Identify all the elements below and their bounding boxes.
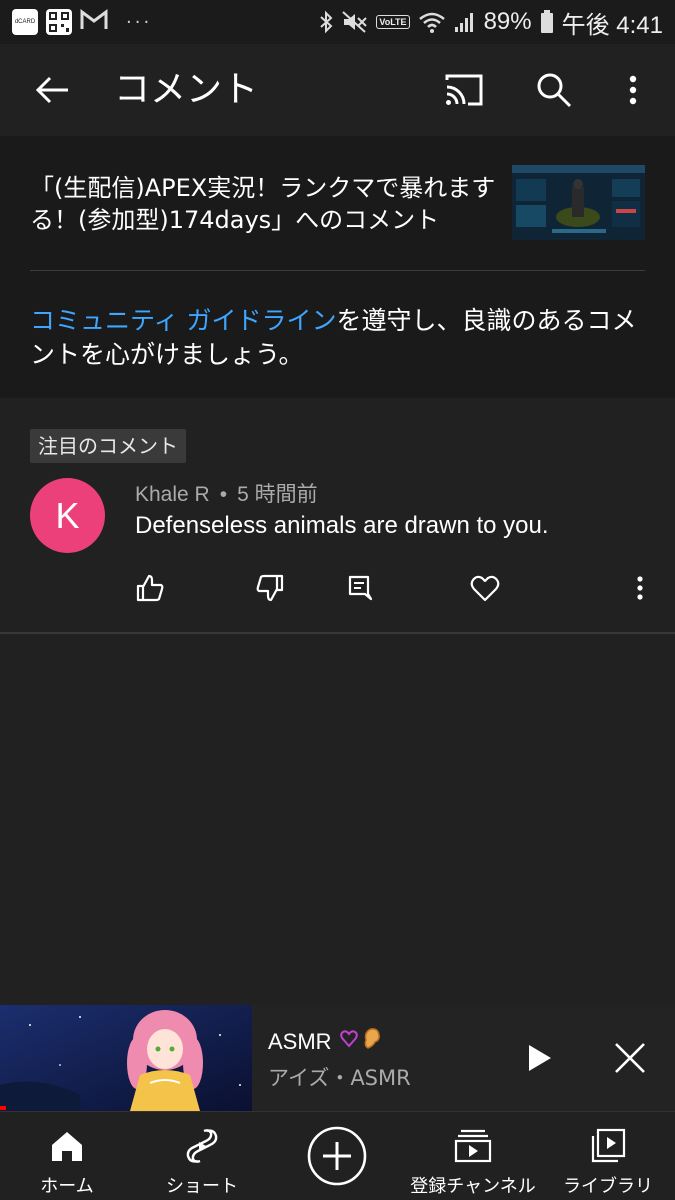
comment-author[interactable]: Khale R xyxy=(135,483,210,506)
video-title[interactable]: 「(生配信)APEX実況！ランクマで暴れまする！(参加型)174days」へのコ… xyxy=(30,172,500,236)
nav-shorts-label: ショート xyxy=(166,1176,238,1197)
nav-home-label: ホーム xyxy=(40,1176,94,1197)
mini-player[interactable]: ASMR アイズ・ASMR xyxy=(0,1005,675,1111)
shorts-icon xyxy=(180,1124,224,1168)
meta-separator: • xyxy=(219,483,228,506)
heart-ear-emoji xyxy=(339,1026,384,1058)
search-icon[interactable] xyxy=(532,68,576,112)
comment-time: 5 時間前 xyxy=(237,483,318,506)
avatar-letter: K xyxy=(55,494,80,536)
battery-percent: 89% xyxy=(483,8,532,35)
nav-subscriptions[interactable]: 登録チャンネル xyxy=(404,1112,542,1200)
more-vertical-icon[interactable] xyxy=(611,68,655,112)
gmail-icon xyxy=(80,9,108,35)
back-arrow-icon[interactable] xyxy=(30,68,74,112)
mini-player-thumbnail[interactable] xyxy=(0,1005,252,1111)
volte-badge: VoLTE xyxy=(376,15,410,29)
battery-icon xyxy=(540,10,554,34)
section-divider xyxy=(0,632,675,634)
subscriptions-icon xyxy=(451,1124,495,1168)
reply-icon[interactable] xyxy=(342,570,378,606)
qr-app-icon xyxy=(46,9,72,35)
nav-home[interactable]: ホーム xyxy=(22,1112,112,1200)
dcard-app-icon: dCARD xyxy=(12,9,38,35)
mute-icon xyxy=(342,10,368,34)
page-title: コメント xyxy=(114,69,259,110)
mini-player-title[interactable]: ASMR xyxy=(268,1026,384,1058)
close-icon[interactable] xyxy=(610,1038,650,1078)
dislike-icon[interactable] xyxy=(252,570,288,606)
nav-create[interactable] xyxy=(292,1112,382,1200)
status-bar: dCARD ··· VoLTE 89% 午後 4:41 xyxy=(0,0,675,44)
bottom-navigation: ホーム ショート 登録チャンネル ライブラリ xyxy=(0,1111,675,1200)
play-icon[interactable] xyxy=(520,1038,560,1078)
video-header: 「(生配信)APEX実況！ランクマで暴れまする！(参加型)174days」へのコ… xyxy=(0,136,675,398)
avatar[interactable]: K xyxy=(30,478,105,553)
library-icon xyxy=(586,1124,630,1168)
mini-player-channel: アイズ・ASMR xyxy=(268,1066,411,1090)
comment-text: Defenseless animals are drawn to you. xyxy=(135,512,549,539)
comment-more-icon[interactable] xyxy=(622,570,658,606)
bluetooth-icon xyxy=(318,10,334,34)
divider xyxy=(30,270,645,271)
comment-meta: Khale R • 5 時間前 xyxy=(135,478,318,508)
like-icon[interactable] xyxy=(132,570,168,606)
wifi-icon xyxy=(418,11,446,33)
video-thumbnail[interactable] xyxy=(512,165,645,240)
community-guidelines-link[interactable]: コミュニティ ガイドライン xyxy=(30,306,336,335)
heart-icon[interactable] xyxy=(467,570,503,606)
nav-library-label: ライブラリ xyxy=(563,1176,653,1197)
mini-player-progress xyxy=(0,1106,6,1110)
clock: 午後 4:41 xyxy=(561,11,663,39)
mini-player-title-text: ASMR xyxy=(268,1029,332,1054)
signal-icon xyxy=(454,11,476,33)
create-plus-icon xyxy=(305,1124,369,1188)
highlighted-comment-badge: 注目のコメント xyxy=(30,429,186,463)
app-bar: コメント xyxy=(0,44,675,136)
home-icon xyxy=(45,1124,89,1168)
cast-icon[interactable] xyxy=(442,68,486,112)
guidelines-notice: コミュニティ ガイドラインを遵守し、良識のあるコメントを心がけましょう。 xyxy=(30,304,650,372)
more-notifications-icon: ··· xyxy=(126,11,153,33)
nav-shorts[interactable]: ショート xyxy=(157,1112,247,1200)
nav-subscriptions-label: 登録チャンネル xyxy=(410,1176,536,1197)
nav-library[interactable]: ライブラリ xyxy=(560,1112,656,1200)
